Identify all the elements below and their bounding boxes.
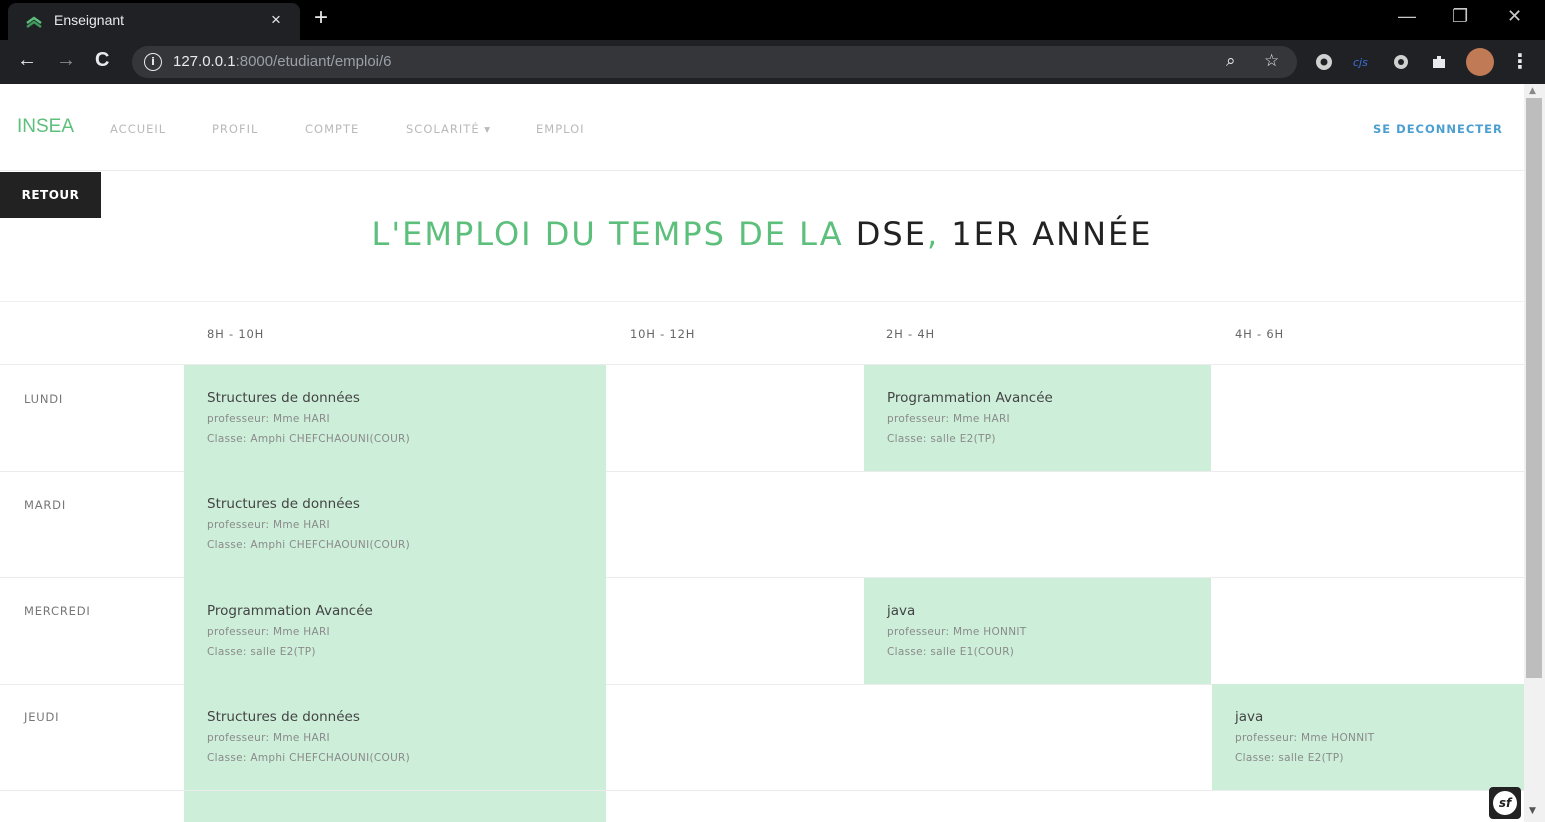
page-title: L'EMPLOI DU TEMPS DE LA DSE, 1ER ANNÉE [0, 215, 1524, 253]
scroll-down-arrow-icon[interactable]: ▼ [1529, 806, 1536, 816]
course-cell-lundi-2h[interactable]: Programmation Avancée professeur: Mme HA… [864, 365, 1211, 471]
course-classroom: Classe: salle E2(TP) [1235, 752, 1344, 764]
day-lundi: LUNDI [24, 392, 64, 406]
brand-logo[interactable]: INSEA [17, 116, 74, 138]
day-mardi: MARDI [24, 498, 67, 512]
course-professor: professeur: Mme HARI [207, 732, 330, 744]
course-professor: professeur: Mme HARI [887, 413, 1010, 425]
course-professor: professeur: Mme HARI [207, 413, 330, 425]
course-name: Structures de données [207, 496, 360, 512]
url-text[interactable]: 127.0.0.1:8000/etudiant/emploi/6 [173, 53, 392, 70]
nav-scolarite-dropdown[interactable]: SCOLARITÉ ▾ [406, 122, 491, 136]
back-icon[interactable]: ← [17, 49, 37, 72]
page-scrollbar[interactable]: ▲ ▼ [1524, 84, 1545, 822]
zoom-icon[interactable]: ⌕ [1226, 51, 1236, 71]
course-name: java [887, 603, 916, 619]
extension-gear-icon[interactable] [1392, 53, 1410, 71]
nav-accueil[interactable]: ACCUEIL [110, 122, 166, 136]
browser-toolbar: ← → C i 127.0.0.1:8000/etudiant/emploi/6… [0, 40, 1545, 84]
url-host: 127.0.0.1 [173, 53, 236, 70]
course-name: java [1235, 709, 1264, 725]
leaf-favicon-icon [26, 16, 42, 29]
url-path: :8000/etudiant/emploi/6 [235, 53, 392, 70]
reload-icon[interactable]: C [95, 49, 109, 72]
symfony-logo-icon: sf [1493, 791, 1517, 815]
browser-tab-bar: Enseignant × + — ❐ ✕ [0, 0, 1545, 40]
header-slot-3: 2H - 4H [886, 327, 935, 341]
course-name: Structures de données [207, 390, 360, 406]
course-cell-vendredi-8h-partial[interactable] [184, 791, 606, 822]
forward-icon[interactable]: → [56, 49, 76, 72]
course-professor: professeur: Mme HARI [207, 626, 330, 638]
browser-tab[interactable]: Enseignant × [8, 3, 300, 40]
title-prefix: L'EMPLOI DU TEMPS DE LA [371, 215, 856, 253]
tab-title: Enseignant [54, 12, 125, 28]
course-professor: professeur: Mme HONNIT [1235, 732, 1375, 744]
course-cell-lundi-8h[interactable]: Structures de données professeur: Mme HA… [184, 365, 606, 471]
profile-avatar[interactable] [1466, 48, 1494, 76]
header-slot-2: 10H - 12H [630, 327, 696, 341]
tab-close-icon[interactable]: × [271, 10, 281, 30]
header-slot-1: 8H - 10H [207, 327, 265, 341]
star-icon[interactable]: ☆ [1264, 51, 1279, 71]
title-annee: 1ER ANNÉE [951, 215, 1153, 253]
course-classroom: Classe: salle E2(TP) [207, 646, 316, 658]
course-cell-mercredi-8h[interactable]: Programmation Avancée professeur: Mme HA… [184, 578, 606, 684]
extension-cjs-icon[interactable]: cjs [1353, 53, 1371, 71]
extension-circle-icon[interactable] [1315, 53, 1333, 71]
restore-icon[interactable]: ❐ [1452, 6, 1468, 27]
svg-text:cjs: cjs [1353, 56, 1368, 69]
course-cell-jeudi-4h[interactable]: java professeur: Mme HONNIT Classe: sall… [1212, 684, 1524, 790]
course-cell-jeudi-8h[interactable]: Structures de données professeur: Mme HA… [184, 684, 606, 790]
course-classroom: Classe: Amphi CHEFCHAOUNI(COUR) [207, 433, 411, 445]
table-top-border [0, 301, 1524, 302]
symfony-toolbar-icon[interactable]: sf [1489, 787, 1521, 819]
course-professor: professeur: Mme HONNIT [887, 626, 1027, 638]
close-window-icon[interactable]: ✕ [1507, 6, 1522, 27]
course-cell-mardi-8h[interactable]: Structures de données professeur: Mme HA… [184, 471, 606, 578]
info-icon[interactable]: i [144, 53, 162, 71]
title-separator: , [926, 215, 952, 253]
page-viewport: INSEA ACCUEIL PROFIL COMPTE SCOLARITÉ ▾ … [0, 84, 1545, 822]
nav-compte[interactable]: COMPTE [305, 122, 359, 136]
course-cell-mercredi-2h[interactable]: java professeur: Mme HONNIT Classe: sall… [864, 578, 1211, 684]
course-classroom: Classe: salle E1(COUR) [887, 646, 1015, 658]
nav-profil[interactable]: PROFIL [212, 122, 258, 136]
site-navbar: INSEA ACCUEIL PROFIL COMPTE SCOLARITÉ ▾ … [0, 84, 1524, 171]
course-classroom: Classe: Amphi CHEFCHAOUNI(COUR) [207, 539, 411, 551]
scroll-up-arrow-icon[interactable]: ▲ [1529, 86, 1536, 96]
minimize-icon[interactable]: — [1398, 6, 1416, 27]
address-bar[interactable]: i 127.0.0.1:8000/etudiant/emploi/6 ⌕ ☆ [132, 46, 1297, 78]
course-professor: professeur: Mme HARI [207, 519, 330, 531]
course-name: Structures de données [207, 709, 360, 725]
course-name: Programmation Avancée [887, 390, 1053, 406]
logout-link[interactable]: SE DECONNECTER [1373, 122, 1503, 136]
title-filiere: DSE [855, 215, 927, 253]
nav-emploi[interactable]: EMPLOI [536, 122, 585, 136]
course-classroom: Classe: Amphi CHEFCHAOUNI(COUR) [207, 752, 411, 764]
browser-menu-icon[interactable]: ⋮ [1510, 49, 1530, 73]
retour-button[interactable]: RETOUR [0, 172, 101, 218]
day-mercredi: MERCREDI [24, 604, 91, 618]
scrollbar-thumb[interactable] [1526, 98, 1542, 678]
header-slot-4: 4H - 6H [1235, 327, 1284, 341]
course-name: Programmation Avancée [207, 603, 373, 619]
day-jeudi: JEUDI [24, 710, 60, 724]
new-tab-button[interactable]: + [314, 4, 328, 32]
course-classroom: Classe: salle E2(TP) [887, 433, 996, 445]
extensions-puzzle-icon[interactable] [1430, 53, 1448, 71]
